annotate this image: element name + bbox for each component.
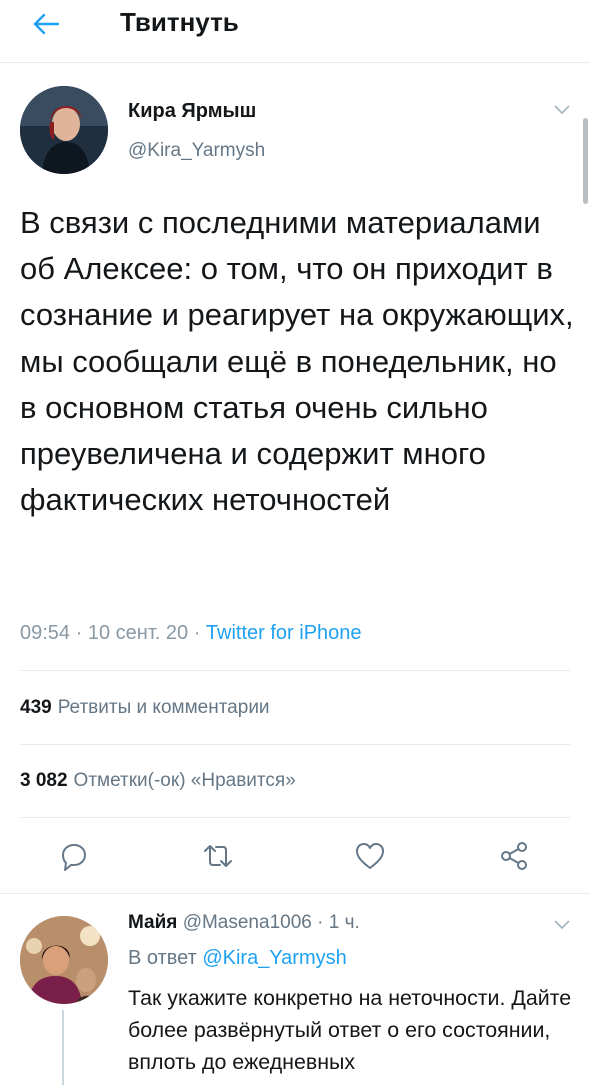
in-reply-prefix: В ответ — [128, 947, 197, 969]
author-avatar[interactable] — [20, 86, 108, 174]
page-title: Твитнуть — [120, 7, 239, 37]
avatar-image — [20, 916, 108, 1004]
reply-author-handle[interactable]: @Masena1006 — [183, 912, 312, 933]
tweet-meta: 09:54 · 10 сент. 20 · Twitter for iPhone — [20, 622, 362, 645]
like-button[interactable] — [353, 839, 387, 873]
retweets-count: 439 — [20, 697, 52, 718]
chevron-down-icon — [554, 105, 570, 115]
author-handle[interactable]: @Kira_Yarmysh — [128, 140, 265, 162]
reply-header: Майя @Masena1006 · 1 ч. — [128, 912, 360, 934]
likes-label: Отметки(-ок) «Нравится» — [73, 770, 296, 791]
retweets-stat[interactable]: 439 Ретвиты и комментарии — [20, 697, 270, 719]
tweet-time: 09:54 — [20, 622, 71, 644]
share-button[interactable] — [497, 839, 531, 873]
in-reply-handle-link[interactable]: @Kira_Yarmysh — [202, 947, 346, 969]
heart-icon — [356, 843, 384, 869]
retweet-button[interactable] — [201, 839, 235, 873]
tweet-menu-button[interactable] — [553, 103, 571, 115]
scrollbar[interactable] — [583, 118, 588, 204]
likes-stat[interactable]: 3 082 Отметки(-ок) «Нравится» — [20, 770, 296, 792]
tweet-date: 10 сент. 20 — [87, 622, 189, 644]
thread-line — [62, 1010, 64, 1085]
reply-icon — [62, 844, 86, 871]
reply-button[interactable] — [57, 839, 91, 873]
avatar-image — [20, 86, 108, 174]
reply-author-avatar[interactable] — [20, 916, 108, 1004]
meta-separator: · — [317, 912, 329, 933]
divider — [20, 670, 570, 671]
reply-text: Так укажите конкретно на неточности. Дай… — [128, 986, 572, 1074]
divider — [0, 893, 590, 894]
author-name[interactable]: Кира Ярмыш — [128, 100, 256, 123]
meta-separator: · — [75, 622, 88, 644]
arrow-left-icon — [33, 13, 60, 35]
reply-author-name[interactable]: Майя — [128, 912, 177, 933]
meta-separator: · — [193, 622, 206, 644]
reply-time: 1 ч. — [328, 912, 360, 933]
divider — [20, 744, 570, 745]
in-reply-to: В ответ @Kira_Yarmysh — [128, 947, 347, 970]
likes-count: 3 082 — [20, 770, 68, 791]
share-icon — [501, 842, 527, 870]
back-button[interactable] — [28, 6, 64, 42]
tweet-text: В связи с последними материалами об Алек… — [20, 205, 574, 518]
chevron-down-icon — [554, 920, 570, 930]
divider — [20, 817, 570, 818]
tweet-source-link[interactable]: Twitter for iPhone — [206, 622, 362, 644]
top-bar: Твитнуть — [0, 0, 590, 63]
retweet-icon — [204, 845, 232, 867]
reply-menu-button[interactable] — [553, 918, 571, 930]
retweets-label: Ретвиты и комментарии — [57, 697, 270, 718]
